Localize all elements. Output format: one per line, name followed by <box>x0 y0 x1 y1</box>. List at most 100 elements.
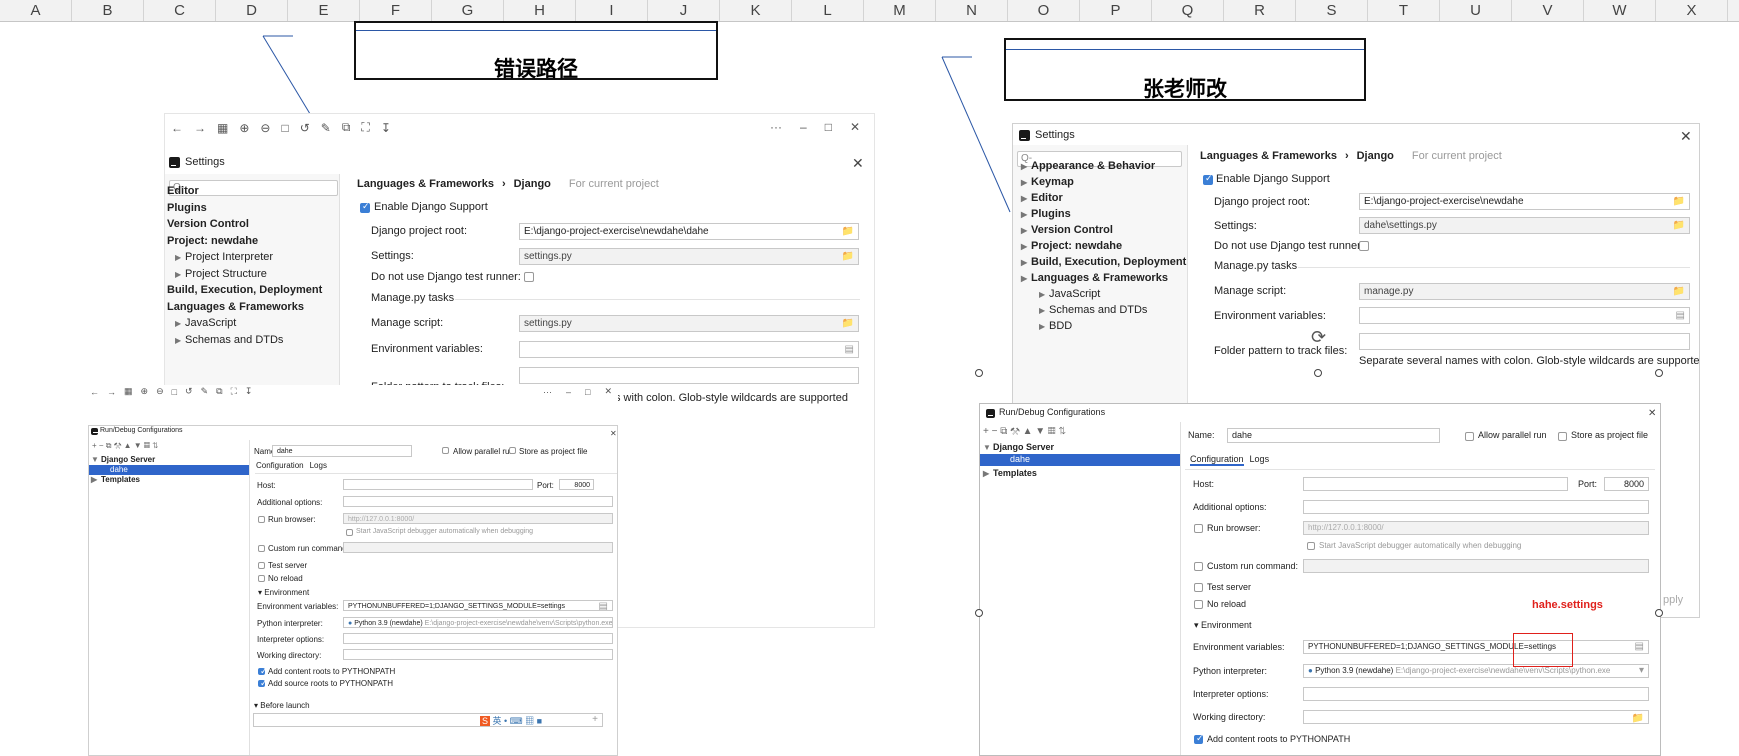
tree-item[interactable]: ▶ Project Structure <box>175 268 307 280</box>
zoom-out-icon[interactable]: ⊖ <box>156 386 164 397</box>
tree-item[interactable]: ▶Build, Execution, Deployment <box>165 284 322 296</box>
tab-logs[interactable]: Logs <box>1250 454 1270 464</box>
py-interp-field[interactable]: ● Python 3.9 (newdahe) E:\django-project… <box>1303 664 1649 678</box>
zoom-out-icon[interactable]: ⊖ <box>260 121 270 135</box>
close-icon[interactable]: ✕ <box>604 386 612 397</box>
fit-icon[interactable]: □ <box>281 121 288 135</box>
test-server-checkbox[interactable] <box>258 562 265 569</box>
zoom-in-icon[interactable]: ⊕ <box>141 386 149 397</box>
resize-handle[interactable] <box>975 369 983 377</box>
tree-templates[interactable]: ▶ Templates <box>91 475 140 484</box>
no-test-runner-checkbox[interactable] <box>524 272 534 282</box>
rotate-handle-icon[interactable]: ⟳ <box>1311 327 1326 348</box>
resize-handle[interactable] <box>1314 369 1322 377</box>
tree-item[interactable]: ▶ Project Interpreter <box>175 251 307 263</box>
tree-item[interactable]: ▶ Schemas and DTDs <box>1039 304 1171 316</box>
chevron-right-icon[interactable]: ▶ <box>1021 226 1031 235</box>
no-reload-checkbox[interactable] <box>1194 600 1203 609</box>
allow-parallel-checkbox[interactable] <box>1465 432 1474 441</box>
edit-icon[interactable]: ▤ <box>1676 308 1685 323</box>
folder-icon[interactable]: 📁 <box>842 249 854 264</box>
host-field[interactable] <box>343 479 533 490</box>
interp-opts-field[interactable] <box>343 633 613 644</box>
store-as-file-checkbox[interactable] <box>509 447 516 454</box>
chevron-right-icon[interactable]: ▶ <box>1021 258 1031 267</box>
settings-field[interactable]: dahe\settings.py 📁 <box>1359 217 1690 234</box>
chevron-right-icon[interactable]: ▶ <box>1021 242 1031 251</box>
grid-icon[interactable]: ▦ <box>124 386 133 397</box>
add-content-checkbox[interactable] <box>258 666 268 677</box>
tab-configuration[interactable]: Configuration <box>256 461 304 470</box>
env-vars-field[interactable]: PYTHONUNBUFFERED=1;DJANGO_SETTINGS_MODUL… <box>1303 640 1649 654</box>
before-launch-list[interactable]: + <box>253 713 603 727</box>
chevron-right-icon[interactable]: ▶ <box>1039 306 1049 315</box>
chevron-right-icon[interactable]: ▶ <box>1021 274 1031 283</box>
chevron-right-icon[interactable]: ▶ <box>175 253 185 262</box>
rotate-icon[interactable]: ↺ <box>185 386 193 397</box>
store-as-file-checkbox[interactable] <box>1558 432 1567 441</box>
tree-dahe[interactable]: dahe <box>110 465 128 474</box>
edit-icon[interactable]: ▤ <box>1635 641 1644 653</box>
crop-icon[interactable]: ⛶ <box>361 120 369 135</box>
chevron-down-icon[interactable]: ▾ <box>1194 620 1201 630</box>
folder-icon[interactable]: 📁 <box>1673 194 1685 209</box>
js-debugger-checkbox[interactable] <box>346 529 353 536</box>
env-vars-field[interactable]: PYTHONUNBUFFERED=1;DJANGO_SETTINGS_MODUL… <box>343 600 613 611</box>
zoom-in-icon[interactable]: ⊕ <box>239 121 249 135</box>
tree-item[interactable]: ▶Plugins <box>1021 208 1171 220</box>
edit-icon[interactable]: ▤ <box>845 342 854 357</box>
chevron-down-icon[interactable]: ▾ <box>1639 665 1644 677</box>
tree-django-server[interactable]: ▼ Django Server <box>983 442 1054 452</box>
rotate-icon[interactable]: ↺ <box>300 121 310 135</box>
env-vars-field[interactable]: ▤ <box>1359 307 1690 324</box>
port-field[interactable]: 8000 <box>1604 477 1649 491</box>
tree-item[interactable]: ▶Languages & Frameworks <box>1021 272 1171 284</box>
project-root-field[interactable]: E:\django-project-exercise\newdahe\dahe 📁 <box>519 223 859 240</box>
settings-field[interactable]: settings.py 📁 <box>519 248 859 265</box>
folder-icon[interactable]: 📁 <box>842 224 854 239</box>
rundebug-close-icon[interactable]: ✕ <box>610 427 617 441</box>
additional-field[interactable] <box>343 496 613 507</box>
edit-icon[interactable]: ▤ <box>599 601 608 610</box>
chevron-right-icon[interactable]: ▶ <box>1021 210 1031 219</box>
folder-icon[interactable]: 📁 <box>1632 711 1644 723</box>
minimize-icon[interactable]: – <box>800 120 807 134</box>
chevron-right-icon[interactable]: ▶ <box>1039 290 1049 299</box>
tab-logs[interactable]: Logs <box>310 461 327 470</box>
work-dir-field[interactable] <box>343 649 613 660</box>
run-browser-url[interactable]: http://127.0.0.1:8000/ <box>1303 521 1649 535</box>
run-browser-checkbox[interactable] <box>1194 524 1203 533</box>
forward-icon[interactable]: → <box>107 387 116 397</box>
enable-django-checkbox[interactable] <box>1203 173 1213 185</box>
tree-item[interactable]: ▶Version Control <box>1021 224 1171 236</box>
rundebug-close-icon[interactable]: ✕ <box>1648 407 1656 421</box>
chevron-right-icon[interactable]: ▶ <box>175 319 185 328</box>
tree-templates[interactable]: ▶ Templates <box>983 468 1037 478</box>
maximize-icon[interactable]: □ <box>825 120 832 134</box>
enable-django-checkbox[interactable] <box>360 201 370 213</box>
tree-item[interactable]: ▶Plugins <box>165 202 307 214</box>
minimize-icon[interactable]: – <box>566 387 571 397</box>
name-field[interactable]: dahe <box>1227 428 1440 443</box>
tree-item[interactable]: ▶ JavaScript <box>1039 288 1171 300</box>
chevron-right-icon[interactable]: ▶ <box>175 336 185 345</box>
chevron-right-icon[interactable]: ▶ <box>1021 178 1031 187</box>
tree-dahe[interactable]: dahe <box>1010 454 1030 464</box>
tree-item[interactable]: ▶Editor <box>1021 192 1171 204</box>
tree-item[interactable]: ▶Build, Execution, Deployment <box>1021 256 1186 268</box>
js-debugger-checkbox[interactable] <box>1307 542 1315 550</box>
custom-cmd-field[interactable] <box>1303 559 1649 573</box>
tree-item[interactable]: ▶Editor <box>165 185 307 197</box>
tab-configuration[interactable]: Configuration <box>1190 454 1244 466</box>
manage-script-field[interactable]: manage.py 📁 <box>1359 283 1690 300</box>
additional-field[interactable] <box>1303 500 1649 514</box>
tree-item[interactable]: ▶ Keymap <box>1021 176 1171 188</box>
breadcrumb-section[interactable]: Languages & Frameworks <box>357 178 494 190</box>
forward-icon[interactable]: → <box>194 121 206 135</box>
py-interp-field[interactable]: ● Python 3.9 (newdahe) E:\django-project… <box>343 617 613 628</box>
resize-handle[interactable] <box>975 609 983 617</box>
tree-item[interactable]: ▶ Schemas and DTDs <box>175 334 307 346</box>
folder-icon[interactable]: 📁 <box>842 316 854 331</box>
download-icon[interactable]: ↧ <box>381 121 391 135</box>
tree-item[interactable]: ▶ Appearance & Behavior <box>1021 160 1171 172</box>
